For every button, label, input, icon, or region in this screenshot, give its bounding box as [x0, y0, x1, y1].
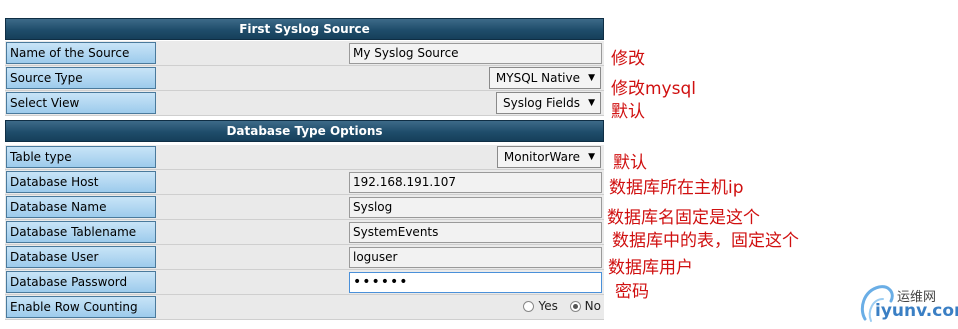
section-header-db-options: Database Type Options: [5, 120, 604, 142]
note-table-type: 默认: [613, 153, 647, 173]
watermark-en: iyunv.com: [875, 301, 958, 321]
row-source-type: Source Type MYSQL Native ▼: [5, 66, 604, 91]
row-counting-no-label: No: [584, 299, 601, 313]
db-user-label: Database User: [6, 246, 156, 268]
db-name-input[interactable]: Syslog: [349, 197, 602, 218]
triangle-down-icon: ▼: [588, 152, 595, 162]
triangle-down-icon: ▼: [588, 73, 595, 83]
watermark: 运维网 iyunv.com: [857, 281, 958, 327]
row-row-counting: Enable Row Counting Yes No: [5, 295, 604, 320]
note-db-password: 密码: [615, 282, 649, 302]
db-name-label: Database Name: [6, 196, 156, 218]
db-tablename-label: Database Tablename: [6, 221, 156, 243]
note-db-tablename: 数据库中的表，固定这个: [612, 231, 799, 251]
password-dots: ••••••: [353, 274, 409, 290]
db-user-input[interactable]: loguser: [349, 247, 602, 268]
row-counting-yes-label: Yes: [538, 299, 558, 313]
source-type-select[interactable]: MYSQL Native ▼: [488, 67, 601, 89]
select-view-label: Select View: [6, 92, 156, 114]
row-db-name: Database Name Syslog: [5, 195, 604, 220]
db-host-label: Database Host: [6, 171, 156, 193]
row-db-tablename: Database Tablename SystemEvents: [5, 220, 604, 245]
db-password-label: Database Password: [6, 271, 156, 293]
note-db-user: 数据库用户: [608, 258, 693, 278]
section-header-first-source: First Syslog Source: [5, 18, 604, 40]
source-type-value: MYSQL Native: [495, 71, 580, 85]
row-counting-radio-group: Yes No: [515, 299, 601, 313]
row-counting-yes-radio[interactable]: [523, 301, 535, 312]
note-source-name: 修改: [611, 49, 645, 69]
row-select-view: Select View Syslog Fields ▼: [5, 91, 604, 116]
triangle-down-icon: ▼: [588, 98, 595, 108]
note-select-view: 默认: [611, 102, 645, 122]
row-source-name: Name of the Source My Syslog Source: [5, 41, 604, 66]
table-type-select[interactable]: MonitorWare ▼: [496, 146, 601, 168]
row-counting-no-radio[interactable]: [569, 301, 581, 312]
row-db-host: Database Host 192.168.191.107: [5, 170, 604, 195]
note-db-host: 数据库所在主机ip: [609, 178, 744, 198]
source-name-input[interactable]: My Syslog Source: [349, 43, 602, 64]
row-db-user: Database User loguser: [5, 245, 604, 270]
row-counting-label: Enable Row Counting: [6, 296, 156, 318]
note-db-name: 数据库名固定是这个: [607, 208, 760, 228]
db-host-input[interactable]: 192.168.191.107: [349, 172, 602, 193]
row-db-password: Database Password ••••••: [5, 270, 604, 295]
note-source-type: 修改mysql: [611, 79, 696, 99]
table-type-label: Table type: [6, 146, 156, 168]
select-view-value: Syslog Fields: [502, 96, 580, 110]
table-type-value: MonitorWare: [503, 150, 580, 164]
source-name-label: Name of the Source: [6, 42, 156, 64]
row-table-type: Table type MonitorWare ▼: [5, 145, 604, 170]
db-tablename-input[interactable]: SystemEvents: [349, 222, 602, 243]
source-type-label: Source Type: [6, 67, 156, 89]
db-password-input[interactable]: ••••••: [349, 272, 602, 293]
select-view-select[interactable]: Syslog Fields ▼: [495, 92, 601, 114]
